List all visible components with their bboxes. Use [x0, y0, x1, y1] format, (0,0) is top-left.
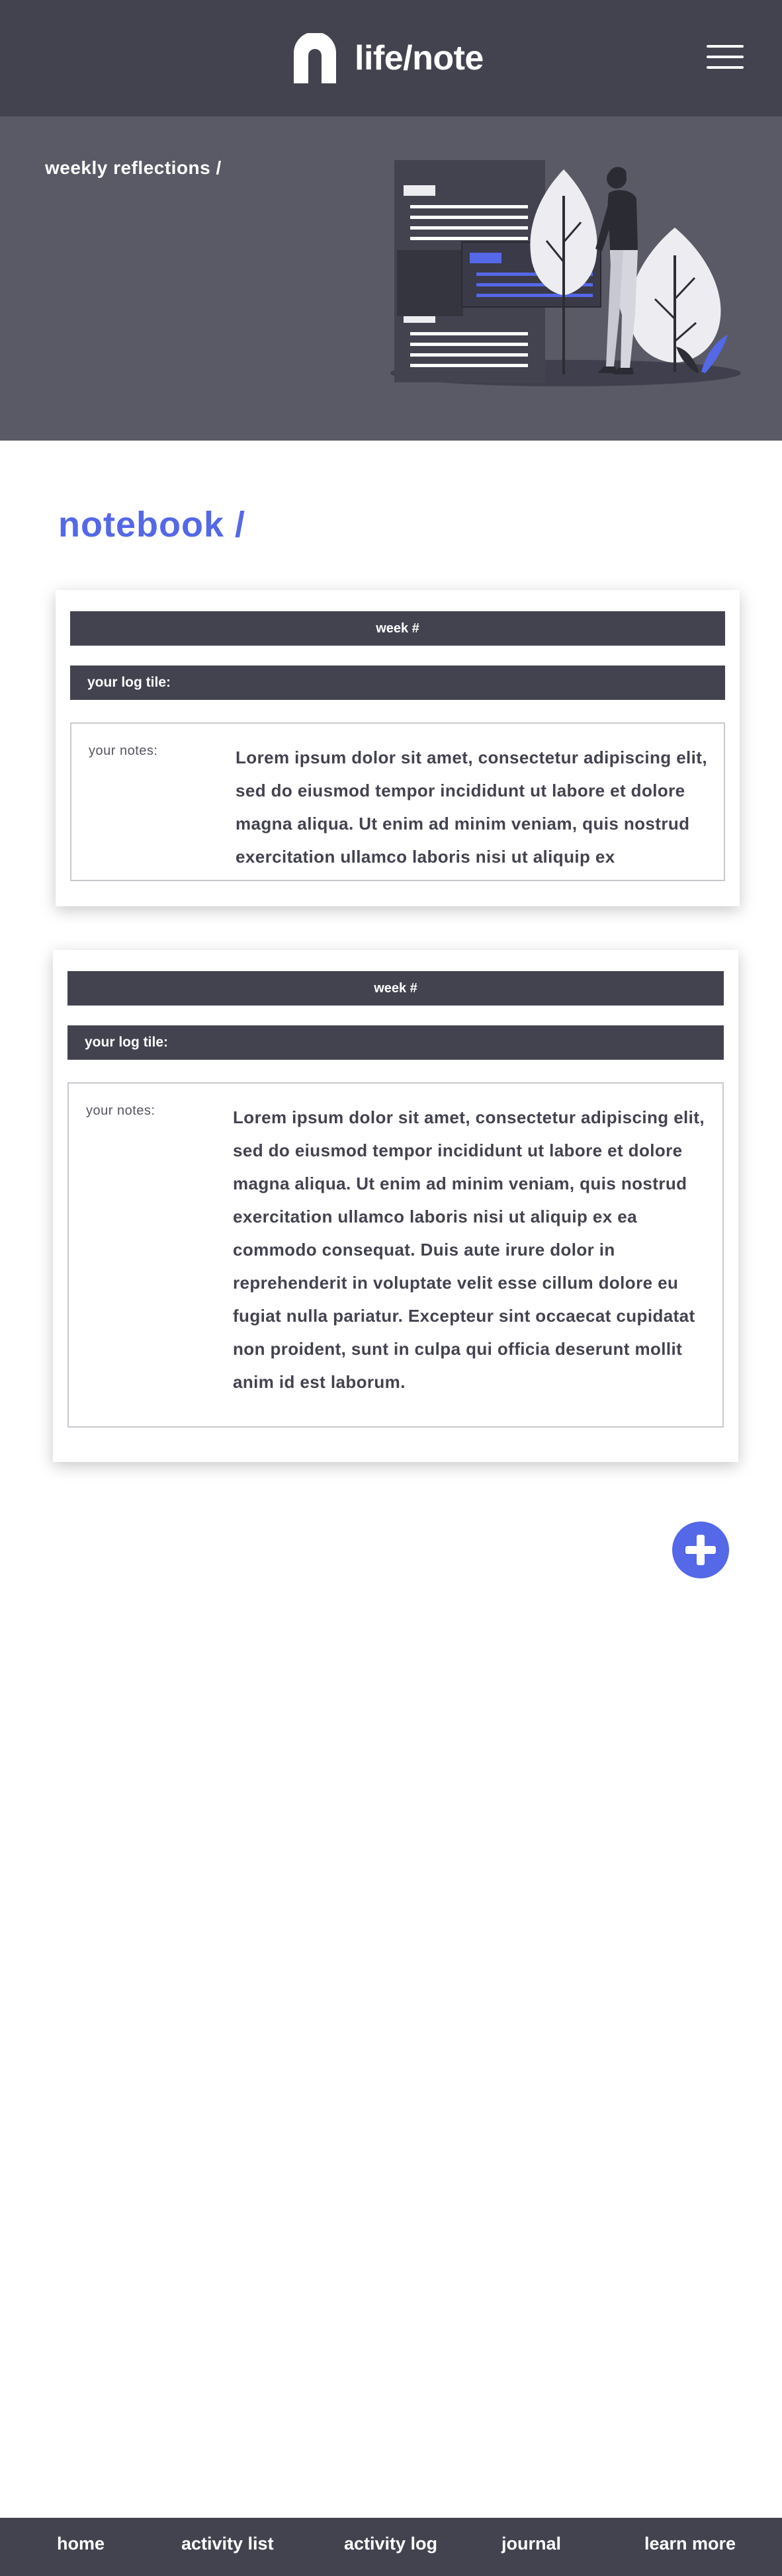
hamburger-menu-icon[interactable]: [707, 41, 746, 73]
nav-home[interactable]: home: [57, 2534, 105, 2554]
top-header: life/note: [0, 0, 782, 116]
notes-textarea[interactable]: your notes: Lorem ipsum dolor sit amet, …: [70, 722, 725, 881]
app-name: life/note: [355, 39, 484, 77]
nav-activity-list[interactable]: activity list: [181, 2534, 274, 2554]
note-card: week # your log tile: your notes: Lorem …: [53, 950, 738, 1462]
person-with-document-board-illustration: [390, 160, 741, 386]
arch-logo-icon: [294, 33, 336, 83]
week-number-field[interactable]: week #: [70, 611, 725, 646]
notes-textarea[interactable]: your notes: Lorem ipsum dolor sit amet, …: [67, 1082, 724, 1428]
menu-line: [707, 45, 744, 48]
hero-title: weekly reflections /: [45, 157, 222, 178]
notebook-title: notebook /: [58, 505, 245, 544]
brand[interactable]: life/note: [291, 32, 484, 85]
add-note-button[interactable]: [672, 1522, 729, 1578]
menu-line: [707, 66, 744, 69]
notes-label: your notes:: [86, 1103, 155, 1118]
hero-banner: weekly reflections /: [0, 116, 782, 441]
note-card: week # your log tile: your notes: Lorem …: [56, 590, 740, 906]
nav-journal[interactable]: journal: [501, 2534, 561, 2554]
bottom-nav: home activity list activity log journal …: [0, 2518, 782, 2576]
week-number-field[interactable]: week #: [67, 971, 724, 1006]
menu-line: [707, 56, 744, 58]
notes-label: your notes:: [89, 744, 158, 758]
notes-text[interactable]: Lorem ipsum dolor sit amet, consectetur …: [236, 741, 712, 873]
log-title-field[interactable]: your log tile:: [70, 665, 725, 700]
log-title-field[interactable]: your log tile:: [67, 1025, 724, 1060]
nav-activity-log[interactable]: activity log: [344, 2534, 437, 2554]
nav-learn-more[interactable]: learn more: [644, 2534, 736, 2554]
notes-text[interactable]: Lorem ipsum dolor sit amet, consectetur …: [233, 1101, 711, 1398]
